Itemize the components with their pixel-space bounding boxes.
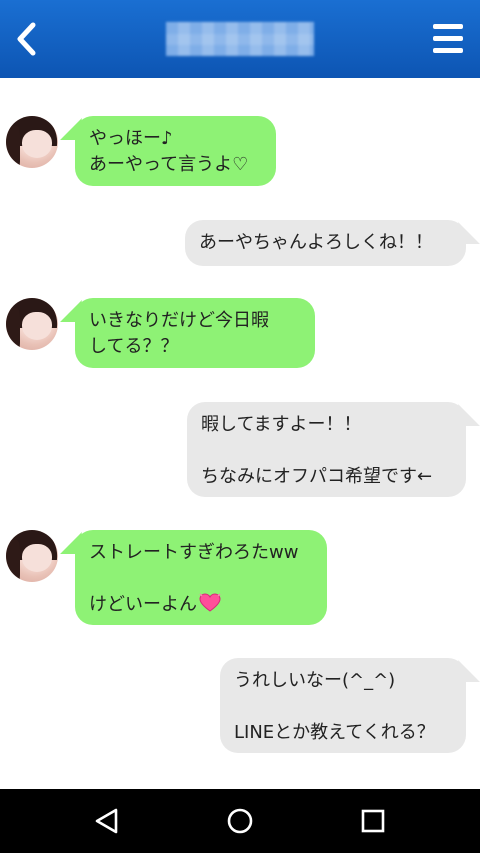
- back-button[interactable]: [6, 14, 46, 64]
- chevron-left-icon: [17, 22, 36, 56]
- heart-emoji-icon: [199, 593, 221, 612]
- message-bubble-outgoing[interactable]: 暇してますよー！！ ちなみにオフパコ希望です←: [187, 402, 466, 497]
- circle-home-icon: [227, 808, 253, 834]
- message-text: ストレートすぎわろたww けどいーよん: [89, 542, 299, 615]
- avatar[interactable]: [6, 116, 58, 168]
- chat-partner-name: ■■■■■■: [166, 22, 314, 56]
- system-navigation-bar: [0, 789, 480, 853]
- nav-recents-button[interactable]: [353, 801, 393, 841]
- menu-button[interactable]: [428, 18, 468, 60]
- message-bubble-outgoing[interactable]: あーやちゃんよろしくね！！: [185, 220, 466, 266]
- message-bubble-incoming[interactable]: やっほー♪ あーやって言うよ♡: [75, 116, 276, 186]
- nav-home-button[interactable]: [220, 801, 260, 841]
- avatar[interactable]: [6, 530, 58, 582]
- message-bubble-incoming[interactable]: ストレートすぎわろたww けどいーよん: [75, 530, 327, 625]
- message-bubble-outgoing[interactable]: うれしいなー(^_^) LINEとか教えてくれる？: [220, 658, 466, 753]
- message-bubble-incoming[interactable]: いきなりだけど今日暇 してる？？: [75, 298, 315, 368]
- triangle-back-icon: [95, 808, 118, 834]
- avatar[interactable]: [6, 298, 58, 350]
- header-bar: ■■■■■■: [0, 0, 480, 78]
- square-recents-icon: [361, 809, 385, 833]
- chat-screen: ■■■■■■ やっほー♪ あーやって言うよ♡ あーやちゃんよろしくね！！ いきな…: [0, 0, 480, 853]
- nav-back-button[interactable]: [87, 801, 127, 841]
- hamburger-menu-icon: [433, 24, 463, 29]
